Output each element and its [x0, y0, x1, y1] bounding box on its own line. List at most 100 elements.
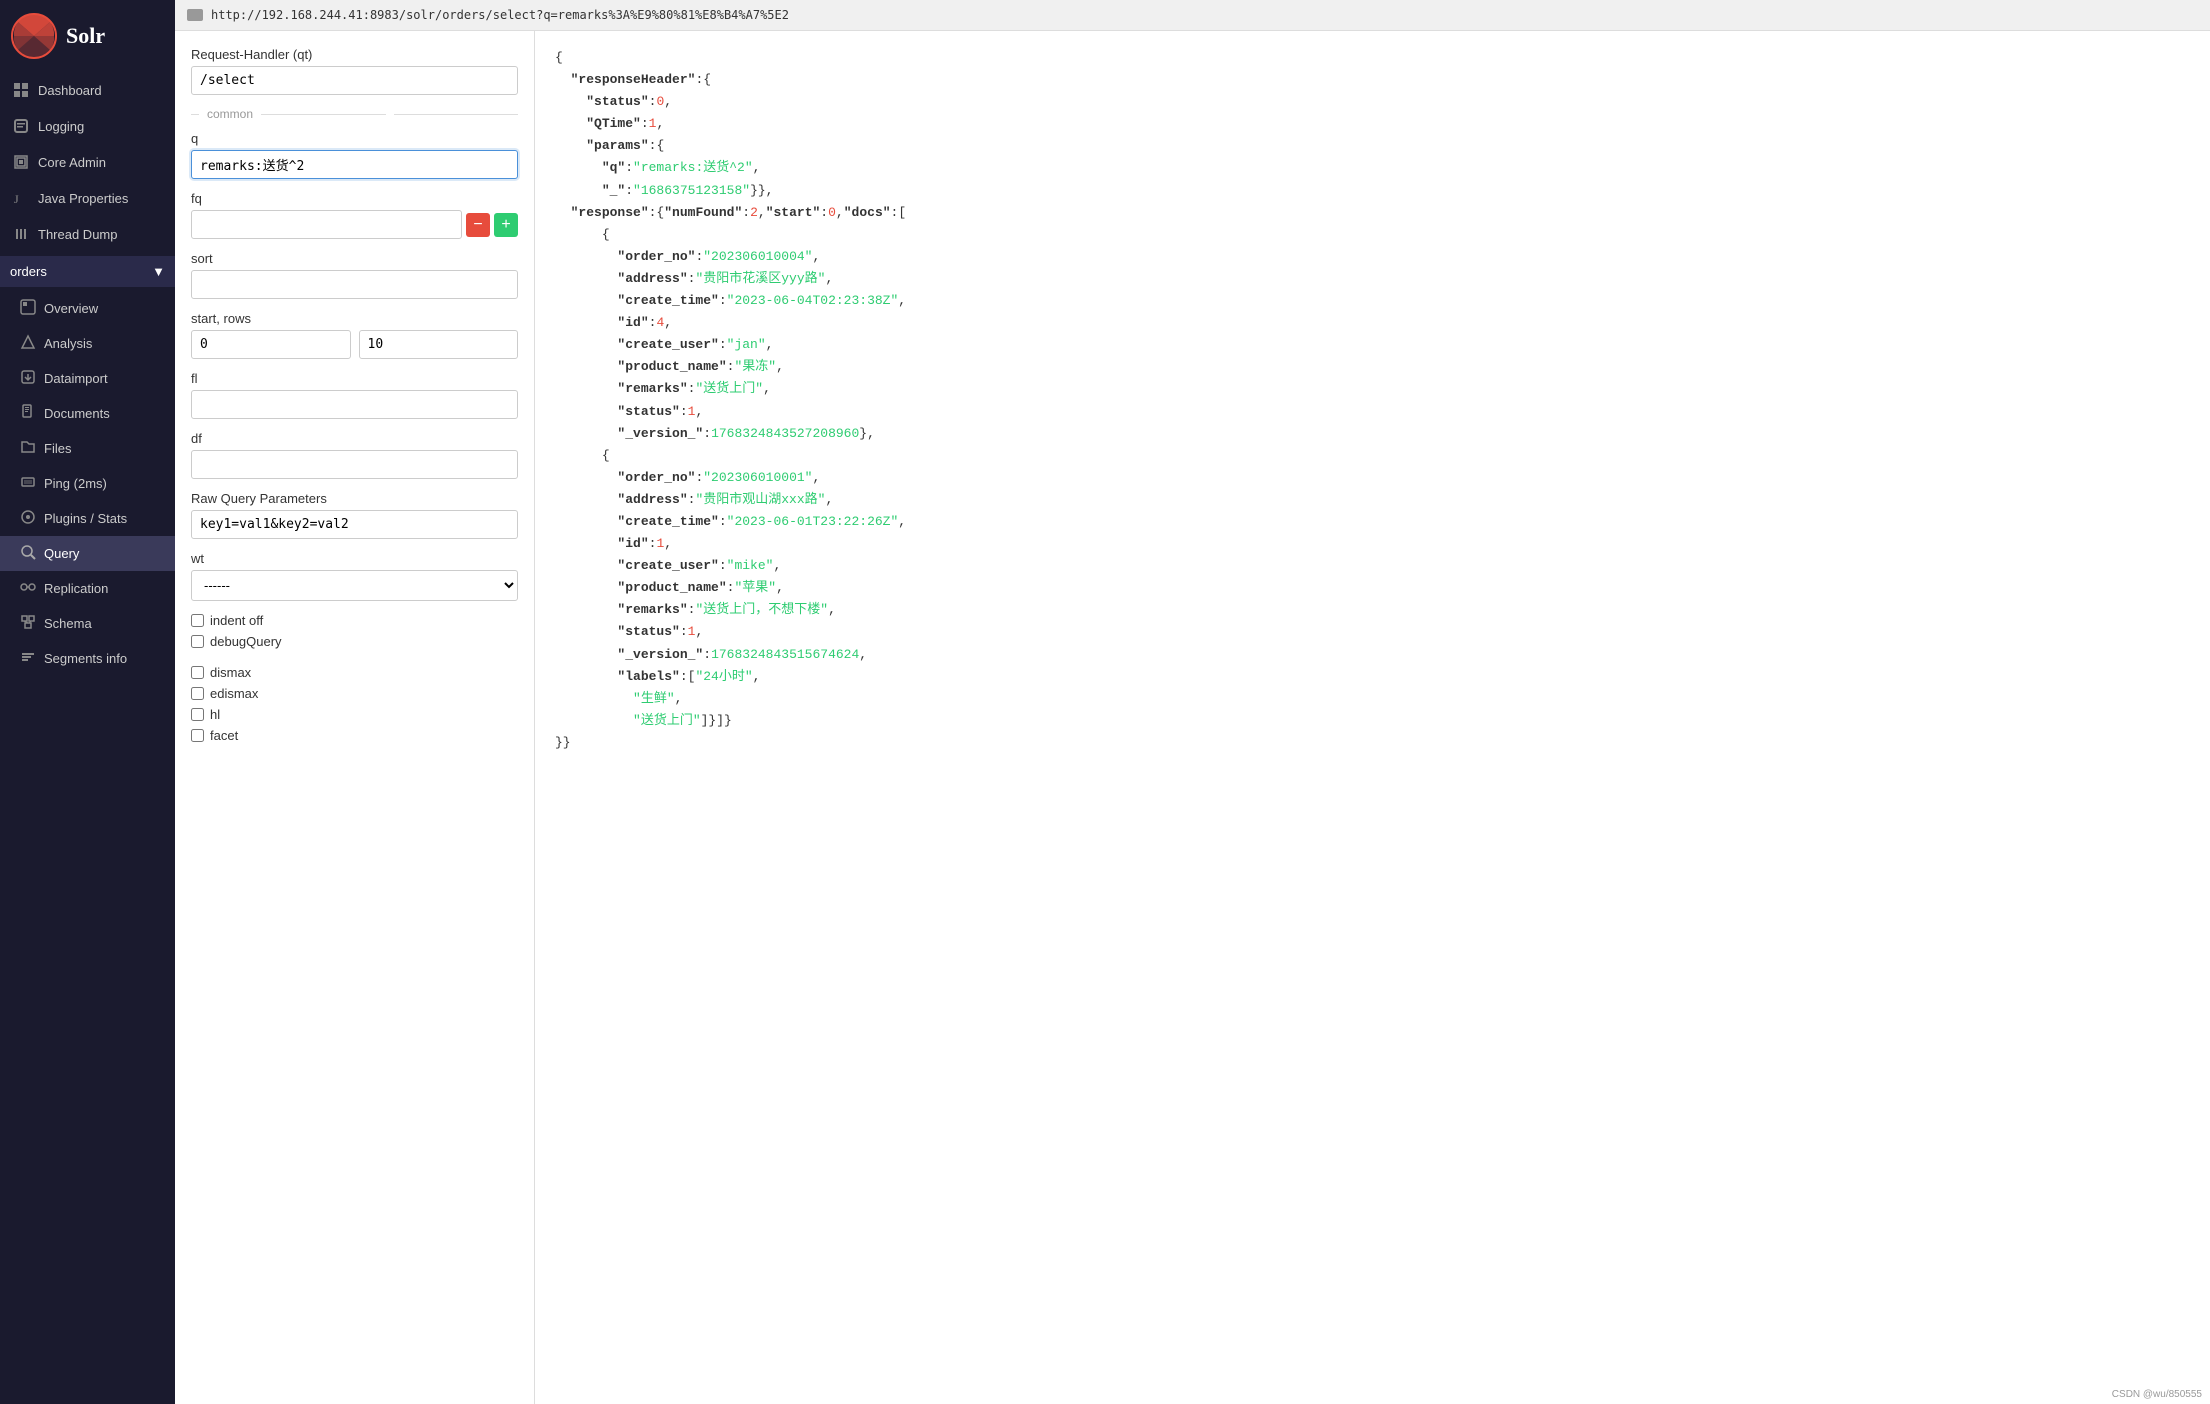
core-admin-icon — [12, 153, 30, 171]
df-label: df — [191, 431, 518, 446]
sidebar-label-dashboard: Dashboard — [38, 83, 102, 98]
sidebar-item-analysis[interactable]: Analysis — [0, 326, 175, 361]
segments-icon — [20, 649, 36, 668]
indent-off-label: indent off — [210, 613, 263, 628]
start-input[interactable] — [191, 330, 351, 359]
start-rows-group: start, rows — [191, 311, 518, 359]
dismax-label: dismax — [210, 665, 251, 680]
df-input[interactable] — [191, 450, 518, 479]
sort-input[interactable] — [191, 270, 518, 299]
sidebar-label-files: Files — [44, 441, 71, 456]
schema-icon — [20, 614, 36, 633]
files-icon — [20, 439, 36, 458]
handler-label: Request-Handler (qt) — [191, 47, 518, 62]
sidebar-label-schema: Schema — [44, 616, 92, 631]
rows-input[interactable] — [359, 330, 519, 359]
fq-label: fq — [191, 191, 518, 206]
dashboard-icon — [12, 81, 30, 99]
sidebar-item-logging[interactable]: Logging — [0, 108, 175, 144]
sidebar-item-dataimport[interactable]: Dataimport — [0, 361, 175, 396]
common-divider: common — [191, 107, 518, 121]
sidebar: Solr Dashboard Logging Core Admin J Java… — [0, 0, 175, 1404]
fq-row: − + — [191, 210, 518, 239]
sidebar-item-replication[interactable]: Replication — [0, 571, 175, 606]
debug-query-row: debugQuery — [191, 634, 518, 649]
fq-input[interactable] — [191, 210, 462, 239]
fq-group: fq − + — [191, 191, 518, 239]
fl-group: fl — [191, 371, 518, 419]
common-label: common — [207, 107, 253, 121]
dataimport-icon — [20, 369, 36, 388]
sidebar-item-plugins-stats[interactable]: Plugins / Stats — [0, 501, 175, 536]
q-label: q — [191, 131, 518, 146]
raw-query-label: Raw Query Parameters — [191, 491, 518, 506]
q-group: q — [191, 131, 518, 179]
fq-minus-button[interactable]: − — [466, 213, 490, 237]
panels: Request-Handler (qt) common q fq − + — [175, 31, 2210, 1404]
sidebar-item-overview[interactable]: Overview — [0, 291, 175, 326]
sidebar-item-schema[interactable]: Schema — [0, 606, 175, 641]
main-content: http://192.168.244.41:8983/solr/orders/s… — [175, 0, 2210, 1404]
raw-query-group: Raw Query Parameters — [191, 491, 518, 539]
handler-group: Request-Handler (qt) — [191, 47, 518, 95]
hl-checkbox[interactable] — [191, 708, 204, 721]
query-panel: Request-Handler (qt) common q fq − + — [175, 31, 535, 1404]
fq-plus-button[interactable]: + — [494, 213, 518, 237]
core-selector[interactable]: orders ▼ — [0, 256, 175, 287]
edismax-checkbox[interactable] — [191, 687, 204, 700]
fl-input[interactable] — [191, 390, 518, 419]
start-rows-label: start, rows — [191, 311, 518, 326]
sidebar-item-thread-dump[interactable]: Thread Dump — [0, 216, 175, 252]
edismax-row: edismax — [191, 686, 518, 701]
wt-label: wt — [191, 551, 518, 566]
sidebar-label-plugins-stats: Plugins / Stats — [44, 511, 127, 526]
core-selector-arrow: ▼ — [152, 264, 165, 279]
edismax-label: edismax — [210, 686, 258, 701]
indent-off-checkbox[interactable] — [191, 614, 204, 627]
dismax-checkbox[interactable] — [191, 666, 204, 679]
facet-label: facet — [210, 728, 238, 743]
sidebar-label-dataimport: Dataimport — [44, 371, 108, 386]
raw-query-input[interactable] — [191, 510, 518, 539]
sidebar-label-analysis: Analysis — [44, 336, 92, 351]
sidebar-item-ping[interactable]: Ping (2ms) — [0, 466, 175, 501]
sidebar-item-files[interactable]: Files — [0, 431, 175, 466]
sidebar-label-core-admin: Core Admin — [38, 155, 106, 170]
ping-icon — [20, 474, 36, 493]
handler-input[interactable] — [191, 66, 518, 95]
query-icon — [20, 544, 36, 563]
analysis-icon — [20, 334, 36, 353]
indent-off-row: indent off — [191, 613, 518, 628]
debug-query-checkbox[interactable] — [191, 635, 204, 648]
solr-logo-text: Solr — [66, 23, 105, 49]
plugins-icon — [20, 509, 36, 528]
solr-logo-icon — [10, 12, 58, 60]
sidebar-label-ping: Ping (2ms) — [44, 476, 107, 491]
url-bar-text: http://192.168.244.41:8983/solr/orders/s… — [211, 8, 789, 22]
sidebar-label-logging: Logging — [38, 119, 84, 134]
facet-row: facet — [191, 728, 518, 743]
sidebar-item-dashboard[interactable]: Dashboard — [0, 72, 175, 108]
logging-icon — [12, 117, 30, 135]
facet-checkbox[interactable] — [191, 729, 204, 742]
sidebar-label-query: Query — [44, 546, 79, 561]
sidebar-item-java-properties[interactable]: J Java Properties — [0, 180, 175, 216]
sidebar-item-documents[interactable]: Documents — [0, 396, 175, 431]
documents-icon — [20, 404, 36, 423]
response-panel: { "responseHeader":{ "status":0, "QTime"… — [535, 31, 2210, 1404]
sort-group: sort — [191, 251, 518, 299]
url-bar-icon — [187, 9, 203, 21]
q-input[interactable] — [191, 150, 518, 179]
dismax-row: dismax — [191, 665, 518, 680]
footer-watermark: CSDN @wu/850555 — [2112, 1389, 2202, 1400]
sidebar-item-segments-info[interactable]: Segments info — [0, 641, 175, 676]
json-response: { "responseHeader":{ "status":0, "QTime"… — [555, 47, 2190, 754]
wt-select[interactable]: ------ json xml csv python ruby php — [191, 570, 518, 601]
java-icon: J — [12, 189, 30, 207]
sidebar-item-query[interactable]: Query — [0, 536, 175, 571]
df-group: df — [191, 431, 518, 479]
sidebar-item-core-admin[interactable]: Core Admin — [0, 144, 175, 180]
sort-label: sort — [191, 251, 518, 266]
sidebar-label-java-properties: Java Properties — [38, 191, 128, 206]
debug-query-label: debugQuery — [210, 634, 282, 649]
